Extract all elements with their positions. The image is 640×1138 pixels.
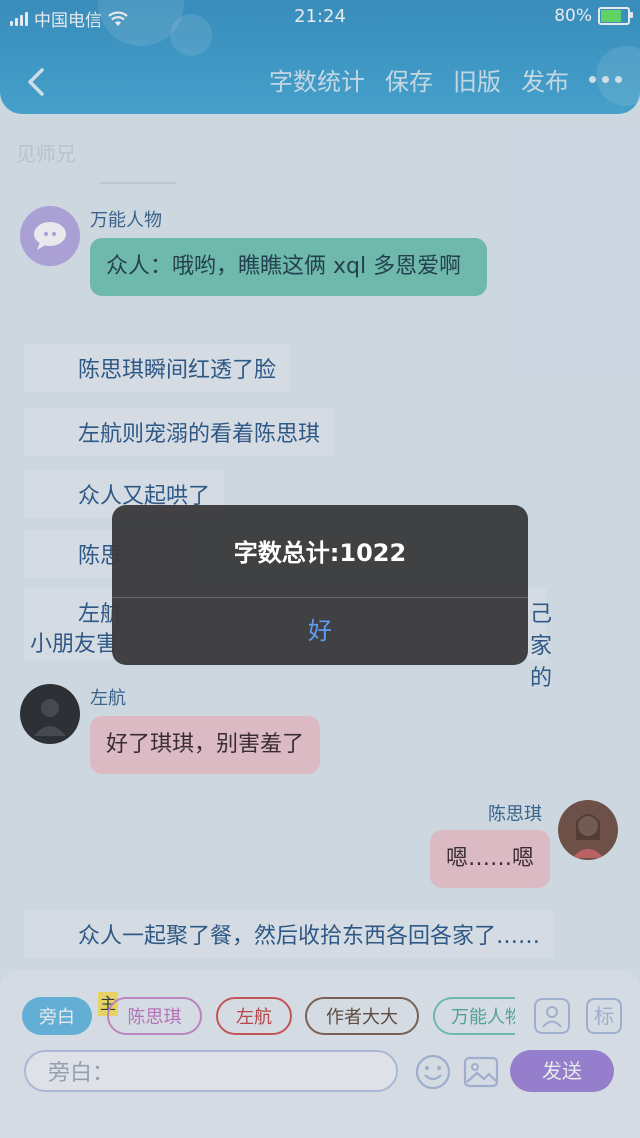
dialog-ok-button[interactable]: 好: [112, 598, 528, 665]
dialog-message: 字数总计:1022: [233, 539, 407, 567]
word-count-dialog: 字数总计:1022 好: [112, 505, 528, 665]
